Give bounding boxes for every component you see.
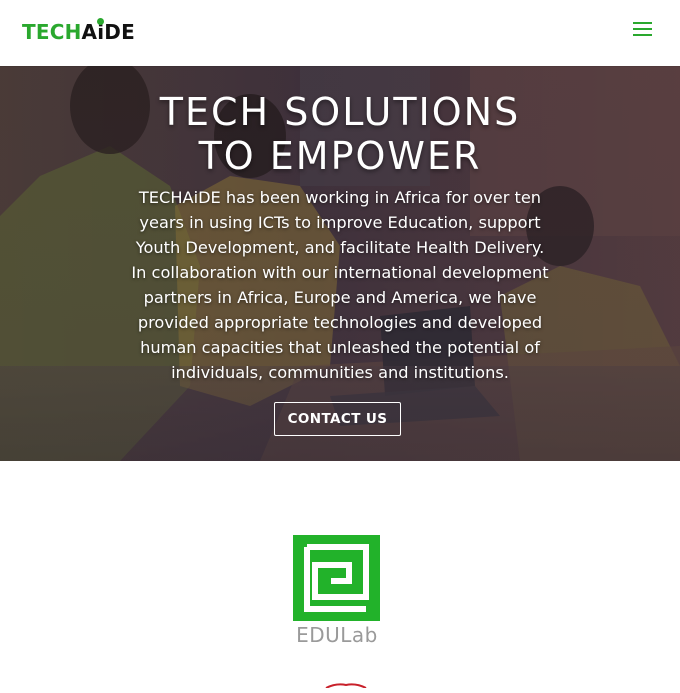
- logo-text-aide-label: AiDE: [81, 20, 135, 44]
- hero-description-line: partners in Africa, Europe and America, …: [143, 288, 537, 307]
- hero-description-line: TECHAiDE has been working in Africa for …: [138, 188, 542, 207]
- logo-text-aide: AiDE: [81, 18, 135, 44]
- hero-title-line: TO EMPOWER: [198, 134, 482, 178]
- hero-description-line: provided appropriate technologies and de…: [137, 313, 543, 332]
- hero-description-line: human capacities that unleashed the pote…: [140, 338, 540, 357]
- hero-title-line: TECH SOLUTIONS: [159, 90, 521, 134]
- logo-dot-icon: [96, 18, 104, 25]
- hero-description: TECHAiDE has been working in Africa for …: [130, 185, 550, 385]
- edulab-logo-mark: [293, 535, 380, 621]
- logo-text-tech: TECH: [22, 20, 82, 44]
- contact-us-button[interactable]: CONTACT US: [274, 402, 401, 436]
- hero-description-line: individuals, communities and institution…: [171, 363, 509, 382]
- site-header: TECH AiDE: [0, 0, 680, 66]
- edulab-label: EDULab: [296, 623, 378, 647]
- techaide-logo[interactable]: TECH AiDE: [22, 18, 135, 44]
- partner-logo-partial: [318, 675, 378, 689]
- hamburger-menu-icon[interactable]: [633, 22, 652, 38]
- hero-description-line: In collaboration with our international …: [131, 263, 549, 282]
- edulab-logo[interactable]: EDULab: [293, 535, 381, 647]
- hero-description-line: years in using ICTs to improve Education…: [139, 213, 541, 232]
- hero-description-line: Youth Development, and facilitate Health…: [135, 238, 545, 257]
- hero-section: TECH SOLUTIONS TO EMPOWER TECHAiDE has b…: [0, 66, 680, 461]
- hero-title: TECH SOLUTIONS TO EMPOWER: [0, 90, 680, 178]
